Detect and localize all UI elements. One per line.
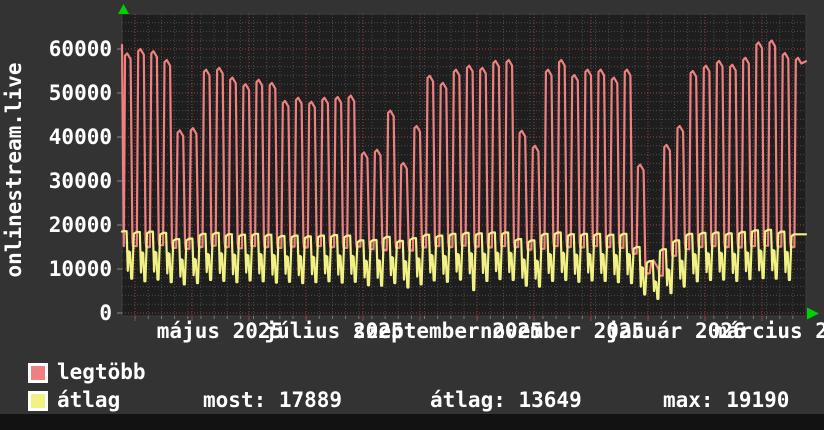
y-tick-label-60000: 60000 [48, 37, 112, 61]
stat-max: max: 19190 [663, 388, 790, 412]
stat-most: most: 17889 [203, 388, 343, 412]
stats-row: most: 17889 átlag: 13649 max: 19190 [0, 389, 824, 411]
legend-swatch-legtobb [28, 363, 48, 383]
stat-tlag: átlag: 13649 [430, 388, 582, 412]
vertical-axis-title-text: onlinestream.live [2, 62, 26, 278]
rrdtool-graph: 60000 50000 40000 30000 20000 10000 0 május 20… [0, 0, 824, 430]
y-tick-label-0: 0 [99, 301, 112, 325]
bottom-strip [0, 414, 824, 430]
legend-label-legtobb: legtöbb [57, 360, 146, 384]
x-month-label-5: március 2026 [714, 319, 824, 343]
